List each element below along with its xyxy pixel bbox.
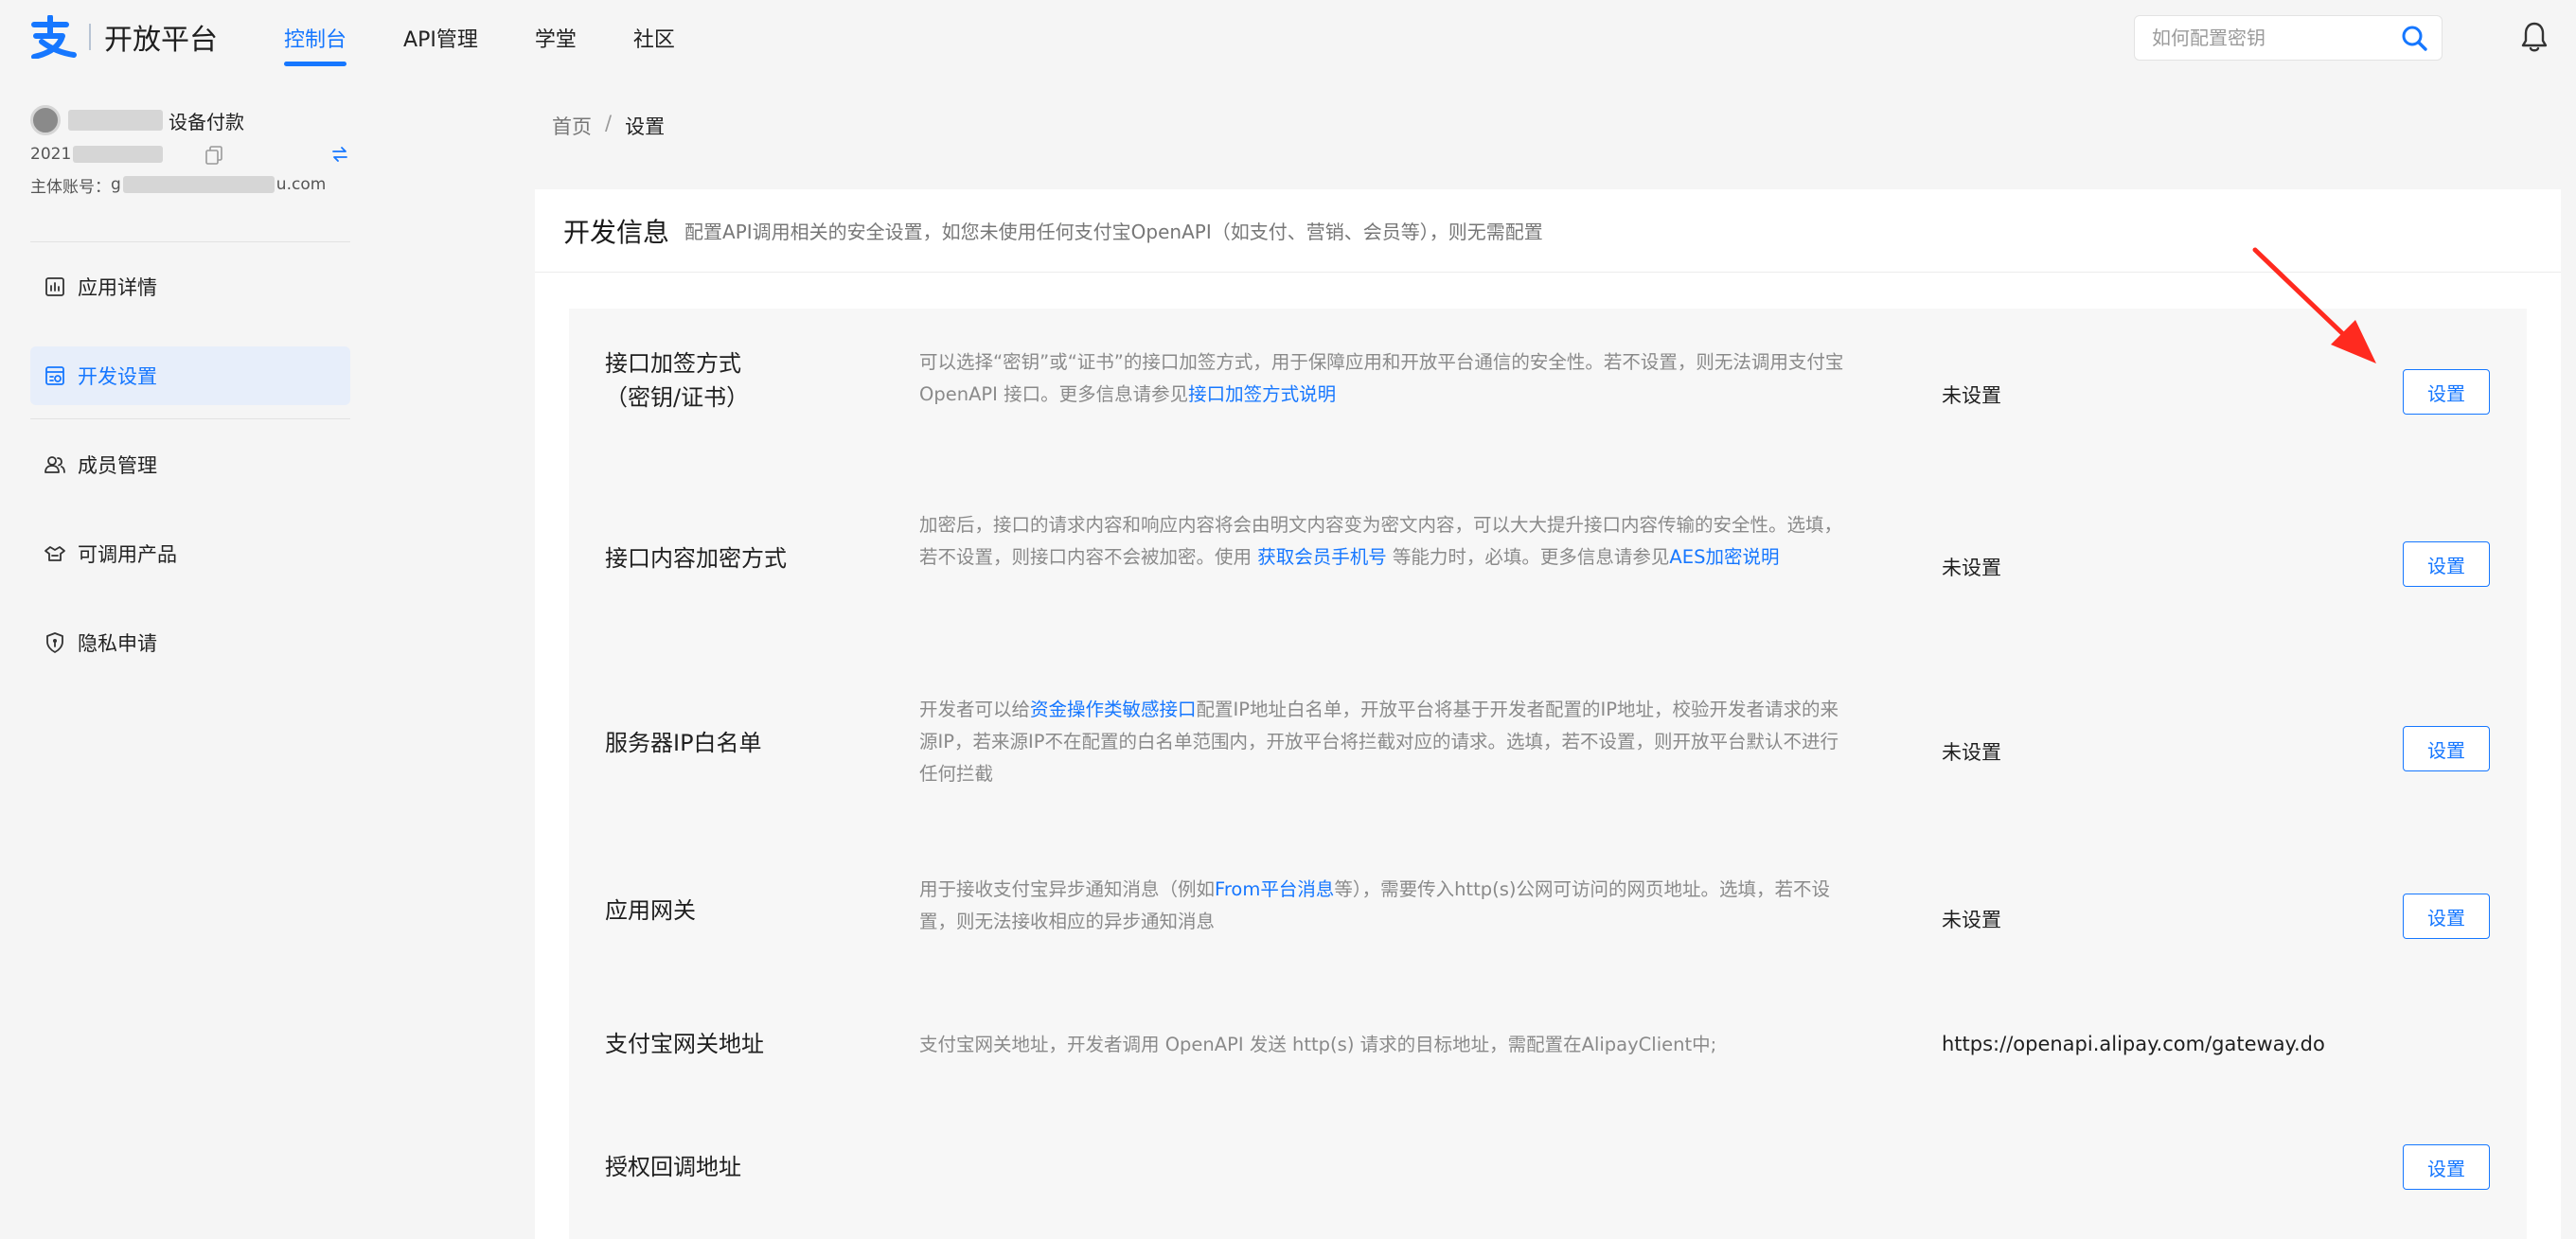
signing-settings-button[interactable]: 设置 (2403, 369, 2490, 415)
setting-label: 应用网关 (605, 897, 696, 924)
logo-separator (89, 24, 91, 50)
sidebar-item-label: 隐私申请 (78, 632, 157, 655)
sensitive-api-link[interactable]: 资金操作类敏感接口 (1030, 699, 1197, 720)
switch-icon[interactable] (331, 146, 348, 163)
setting-label: 接口内容加密方式 (605, 545, 787, 572)
ip-whitelist-settings-button[interactable]: 设置 (2403, 726, 2490, 771)
sidebar-item-privacy[interactable]: 隐私申请 (30, 613, 350, 672)
settings-icon (45, 366, 64, 385)
nav-community[interactable]: 社区 (633, 0, 675, 76)
breadcrumb-current: 设置 (625, 115, 666, 138)
setting-value: 未设置 (1942, 384, 2001, 407)
sidebar-item-app-details[interactable]: 应用详情 (30, 257, 350, 316)
setting-label: 接口加签方式 （密钥/证书） (605, 350, 750, 411)
breadcrumb-home[interactable]: 首页 (552, 112, 592, 140)
signing-method-doc-link[interactable]: 接口加签方式说明 (1188, 383, 1336, 405)
member-phone-link[interactable]: 获取会员手机号 (1257, 546, 1387, 568)
search-input[interactable] (2135, 16, 2400, 60)
setting-row-auth-callback: 授权回调地址 设置 (569, 1099, 2527, 1239)
gateway-url: https://openapi.alipay.com/gateway.do (1942, 1033, 2325, 1055)
sidebar-item-label: 可调用产品 (78, 543, 177, 566)
setting-row-signing: 接口加签方式 （密钥/证书） 可以选择“密钥”或“证书”的接口加签方式，用于保障… (569, 309, 2527, 469)
nav-academy[interactable]: 学堂 (535, 0, 577, 76)
setting-description: 可以选择“密钥”或“证书”的接口加签方式，用于保障应用和开放平台通信的安全性。若… (919, 351, 1844, 405)
settings-list: 接口加签方式 （密钥/证书） 可以选择“密钥”或“证书”的接口加签方式，用于保障… (569, 309, 2527, 1239)
chart-icon (45, 277, 64, 296)
setting-description: 支付宝网关地址，开发者调用 OpenAPI 发送 http(s) 请求的目标地址… (919, 1034, 1717, 1055)
sidebar-divider (30, 241, 350, 242)
setting-value: 未设置 (1942, 557, 2001, 579)
redacted-app-id (73, 146, 164, 163)
alipay-logo[interactable]: 开放平台 (28, 15, 218, 59)
setting-description: 开发者可以给资金操作类敏感接口配置IP地址白名单，开放平台将基于开发者配置的IP… (919, 699, 1839, 785)
breadcrumb: 首页 / 设置 (552, 112, 665, 140)
sidebar-item-label: 开发设置 (78, 365, 157, 388)
setting-value: 未设置 (1942, 909, 2001, 931)
from-platform-message-link[interactable]: From平台消息 (1215, 878, 1334, 900)
sidebar-divider (30, 418, 350, 419)
search-icon[interactable] (2400, 24, 2428, 52)
app-gateway-settings-button[interactable]: 设置 (2403, 894, 2490, 939)
page-title: 开发信息 (563, 216, 670, 248)
main-nav: 控制台 API管理 学堂 社区 (284, 0, 732, 76)
redacted-account (122, 176, 275, 193)
page-description: 配置API调用相关的安全设置，如您未使用任何支付宝OpenAPI（如支付、营销、… (684, 221, 1543, 243)
redacted-app-name (68, 110, 163, 131)
setting-row-app-gateway: 应用网关 用于接收支付宝异步通知消息（例如From平台消息等），需要传入http… (569, 834, 2527, 976)
setting-description: 加密后，接口的请求内容和响应内容将会由明文内容变为密文内容，可以大大提升接口内容… (919, 514, 1843, 568)
sidebar: 设备付款 2021 主体账号： g u.com 应用详情 开发设置 成员管理 可… (0, 76, 379, 1239)
bell-icon[interactable] (2520, 21, 2549, 53)
nav-console[interactable]: 控制台 (284, 0, 347, 76)
setting-description: 用于接收支付宝异步通知消息（例如From平台消息等），需要传入http(s)公网… (919, 878, 1830, 932)
top-bar: 开放平台 控制台 API管理 学堂 社区 (0, 0, 2576, 76)
avatar (30, 105, 61, 135)
setting-label: 服务器IP白名单 (605, 730, 762, 756)
setting-row-encryption: 接口内容加密方式 加密后，接口的请求内容和响应内容将会由明文内容变为密文内容，可… (569, 469, 2527, 654)
sidebar-item-products[interactable]: 可调用产品 (30, 524, 350, 583)
nav-api-management[interactable]: API管理 (403, 0, 478, 76)
members-icon (44, 456, 65, 473)
setting-value: 未设置 (1942, 741, 2001, 764)
shield-icon (46, 632, 63, 653)
account-label: 主体账号： (30, 177, 111, 197)
setting-row-ip-whitelist: 服务器IP白名单 开发者可以给资金操作类敏感接口配置IP地址白名单，开放平台将基… (569, 654, 2527, 834)
alipay-logo-icon (31, 15, 77, 59)
sidebar-item-label: 应用详情 (78, 276, 157, 299)
account-info: 设备付款 2021 主体账号： g u.com (30, 104, 352, 199)
red-arrow-annotation (2252, 247, 2376, 363)
encryption-settings-button[interactable]: 设置 (2403, 541, 2490, 587)
logo-text: 开放平台 (104, 24, 218, 57)
account-suffix: u.com (275, 175, 327, 194)
app-name: 设备付款 (169, 110, 244, 133)
setting-label: 支付宝网关地址 (605, 1031, 764, 1057)
sidebar-item-members[interactable]: 成员管理 (30, 435, 350, 494)
setting-label: 授权回调地址 (605, 1154, 741, 1180)
copy-icon[interactable] (205, 146, 222, 165)
app-id: 2021 (30, 145, 72, 164)
products-icon (44, 546, 65, 561)
breadcrumb-separator: / (605, 112, 613, 134)
sidebar-item-label: 成员管理 (78, 454, 157, 477)
aes-doc-link[interactable]: AES加密说明 (1669, 546, 1779, 568)
search-box (2134, 15, 2443, 61)
sidebar-item-dev-settings[interactable]: 开发设置 (30, 346, 350, 405)
setting-row-alipay-gateway: 支付宝网关地址 支付宝网关地址，开发者调用 OpenAPI 发送 http(s)… (569, 976, 2527, 1099)
account-prefix: g (111, 175, 121, 194)
auth-callback-settings-button[interactable]: 设置 (2403, 1144, 2490, 1190)
